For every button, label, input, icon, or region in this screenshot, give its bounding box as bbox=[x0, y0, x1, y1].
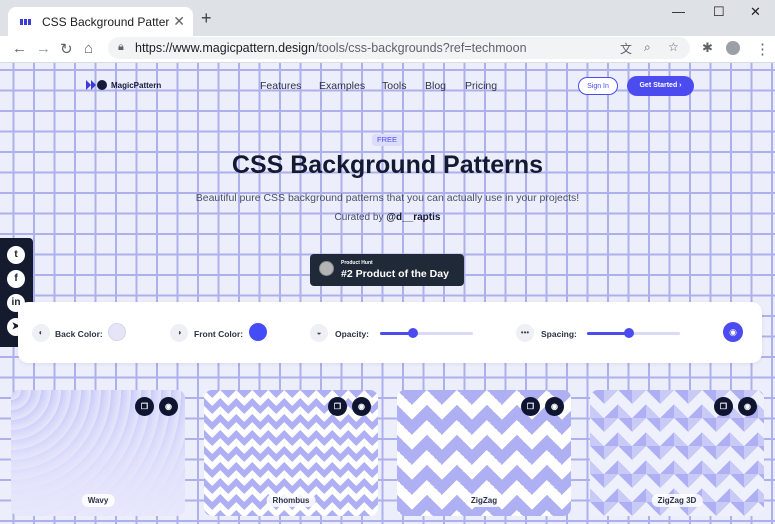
product-hunt-badge[interactable]: Product Hunt #2 Product of the Day bbox=[310, 254, 464, 286]
forward-icon[interactable]: → bbox=[36, 40, 51, 57]
preview-eye-icon[interactable]: ◉ bbox=[738, 397, 757, 416]
opacity-label: Opacity: bbox=[335, 329, 370, 339]
opacity-icon: ◒ bbox=[310, 324, 328, 342]
page-subtitle: Beautiful pure CSS background patterns t… bbox=[195, 192, 580, 204]
pattern-card-wavy[interactable]: ❐ ◉ Wavy bbox=[11, 390, 185, 516]
browser-toolbar: ← → ↻ ⌂ 🔒︎ https://www.magicpattern.desi… bbox=[0, 36, 775, 63]
site-logo[interactable]: MagicPattern bbox=[86, 80, 161, 90]
preview-eye-button[interactable]: ◉ bbox=[723, 322, 743, 342]
copy-css-icon[interactable]: ❐ bbox=[328, 397, 347, 416]
browser-tab-strip: CSS Background Patterns by M ✕ + — ☐ ✕ bbox=[0, 0, 775, 36]
facebook-icon[interactable]: f bbox=[7, 270, 25, 288]
menu-icon[interactable]: ⋮ bbox=[755, 40, 770, 58]
opacity-slider-handle[interactable] bbox=[407, 328, 418, 338]
star-icon[interactable]: ☆ bbox=[668, 40, 679, 54]
curator-link[interactable]: @d__raptis bbox=[386, 212, 440, 223]
nav-examples[interactable]: Examples bbox=[319, 80, 365, 92]
logo-icon bbox=[86, 80, 107, 90]
copy-css-icon[interactable]: ❐ bbox=[521, 397, 540, 416]
preview-eye-icon[interactable]: ◉ bbox=[352, 397, 371, 416]
close-tab-icon[interactable]: ✕ bbox=[173, 13, 185, 30]
browser-tab[interactable]: CSS Background Patterns by M ✕ bbox=[8, 7, 193, 36]
back-color-swatch[interactable] bbox=[108, 323, 126, 341]
back-color-icon: ◐ bbox=[32, 324, 50, 342]
get-started-button[interactable]: Get Started › bbox=[627, 76, 694, 96]
sign-in-button[interactable]: Sign In bbox=[578, 77, 618, 95]
pattern-card-zigzag[interactable]: ❐ ◉ ZigZag bbox=[397, 390, 571, 516]
front-color-label: Front Color: bbox=[194, 329, 244, 339]
lock-icon: 🔒︎ bbox=[118, 41, 124, 53]
preview-eye-icon[interactable]: ◉ bbox=[159, 397, 178, 416]
page-content: MagicPattern Features Examples Tools Blo… bbox=[0, 63, 775, 524]
reload-icon[interactable]: ↻ bbox=[60, 40, 73, 58]
medal-icon bbox=[319, 261, 334, 276]
pattern-card-zigzag-3d[interactable]: ❐ ◉ ZigZag 3D bbox=[590, 390, 764, 516]
nav-blog[interactable]: Blog bbox=[425, 80, 446, 92]
close-window-button[interactable]: ✕ bbox=[750, 4, 761, 20]
pattern-label: ZigZag 3D bbox=[651, 494, 703, 507]
opacity-slider[interactable] bbox=[380, 328, 473, 338]
page-title: CSS Background Patterns bbox=[231, 151, 544, 179]
preview-eye-icon[interactable]: ◉ bbox=[545, 397, 564, 416]
twitter-icon[interactable]: t bbox=[7, 246, 25, 264]
curated-by: Curated by @d__raptis bbox=[0, 212, 775, 223]
free-badge: FREE bbox=[372, 134, 402, 146]
zoom-icon[interactable]: ⌕ bbox=[644, 40, 651, 55]
spacing-slider-handle[interactable] bbox=[623, 328, 634, 338]
home-icon[interactable]: ⌂ bbox=[84, 40, 93, 57]
front-color-swatch[interactable] bbox=[249, 323, 267, 341]
logo-text: MagicPattern bbox=[111, 80, 162, 90]
curated-prefix: Curated by bbox=[334, 212, 384, 223]
maximize-button[interactable]: ☐ bbox=[713, 4, 725, 20]
profile-icon[interactable] bbox=[726, 41, 740, 55]
copy-css-icon[interactable]: ❐ bbox=[135, 397, 154, 416]
pattern-card-rhombus[interactable]: ❐ ◉ Rhombus bbox=[204, 390, 378, 516]
product-hunt-label: Product Hunt bbox=[341, 260, 373, 266]
spacing-slider[interactable] bbox=[587, 328, 680, 338]
back-color-label: Back Color: bbox=[55, 329, 103, 339]
nav-tools[interactable]: Tools bbox=[382, 80, 407, 92]
pattern-controls: ◐ Back Color: ◑ Front Color: ◒ Opacity: … bbox=[18, 302, 762, 363]
pattern-label: Wavy bbox=[81, 494, 115, 507]
translate-icon[interactable]: 文 bbox=[620, 40, 632, 57]
spacing-slider-fill bbox=[587, 332, 629, 335]
spacing-label: Spacing: bbox=[541, 329, 577, 339]
product-hunt-rank: #2 Product of the Day bbox=[341, 268, 449, 280]
address-bar[interactable]: 🔒︎ https://www.magicpattern.design/tools… bbox=[108, 37, 690, 59]
tab-title: CSS Background Patterns by M bbox=[42, 14, 170, 29]
pattern-label: ZigZag bbox=[464, 494, 504, 507]
site-favicon-icon bbox=[20, 18, 32, 26]
url-text: https://www.magicpattern.design/tools/cs… bbox=[135, 41, 527, 55]
url-path: /tools/css-backgrounds?ref=techmoon bbox=[314, 41, 527, 55]
nav-features[interactable]: Features bbox=[260, 80, 301, 92]
extensions-icon[interactable]: ✱ bbox=[702, 40, 713, 56]
minimize-button[interactable]: — bbox=[672, 4, 685, 19]
front-color-icon: ◑ bbox=[170, 324, 188, 342]
back-icon[interactable]: ← bbox=[12, 40, 27, 57]
pattern-label: Rhombus bbox=[266, 494, 316, 507]
spacing-icon: ••• bbox=[516, 324, 534, 342]
url-host: https://www.magicpattern.design bbox=[135, 41, 315, 55]
copy-css-icon[interactable]: ❐ bbox=[714, 397, 733, 416]
nav-pricing[interactable]: Pricing bbox=[465, 80, 497, 92]
new-tab-button[interactable]: + bbox=[201, 8, 212, 29]
